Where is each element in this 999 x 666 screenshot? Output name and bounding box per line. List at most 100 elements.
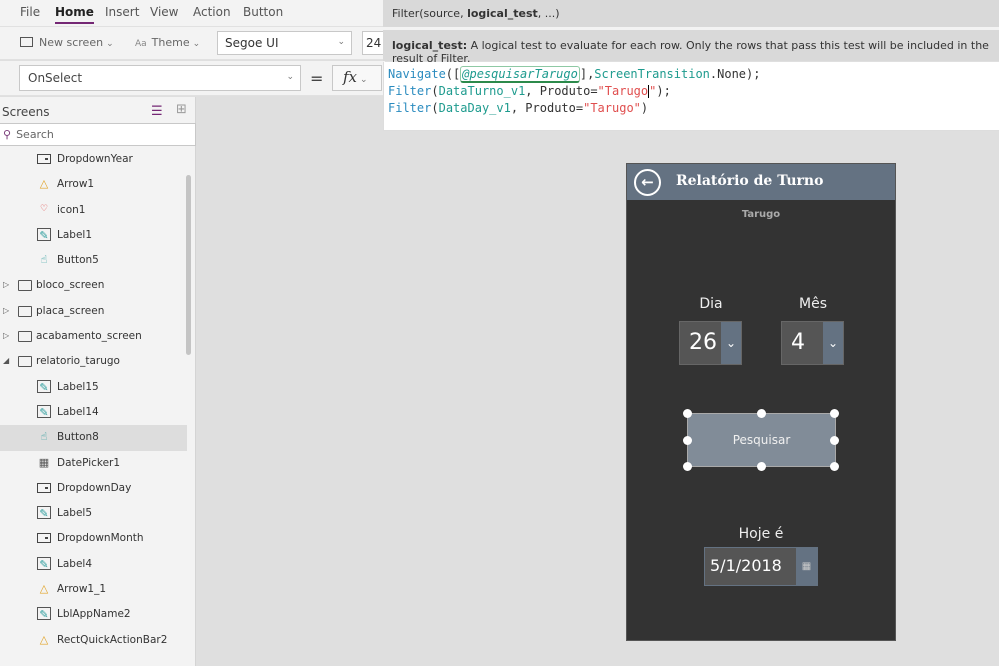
resize-handle[interactable] [757,409,766,418]
signature-param: logical_test [467,7,538,20]
resize-handle[interactable] [830,436,839,445]
tree-item-label: relatorio_tarugo [36,355,120,368]
font-family-select[interactable]: Segoe UI ⌄ [217,31,352,55]
date-picker[interactable]: 5/1/2018 ▦ [704,547,818,586]
tree-item[interactable]: ▷ placa_screen [0,299,187,324]
code-string: "Tarugo" [583,101,641,115]
resize-handle[interactable] [757,462,766,471]
tree-item-label: Label15 [57,380,99,393]
collapsed-triangle-icon[interactable]: ▷ [3,331,9,340]
tree-item-label: Button8 [57,431,99,444]
tree-item-label: Arrow1_1 [57,583,107,596]
code-function: Filter [388,101,432,115]
day-value: 26 [689,330,717,355]
today-label: Hoje é [738,526,784,542]
search-icon: ⚲ [3,128,12,141]
icons-icon: ♡ [39,203,49,214]
pesquisar-button[interactable]: Pesquisar [687,413,836,467]
formula-editor[interactable]: Navigate([@pesquisarTarugo],ScreenTransi… [383,62,999,131]
menu-file[interactable]: File [20,5,40,19]
resize-handle[interactable] [830,462,839,471]
tree-item[interactable]: △ RectQuickActionBar2 [0,628,187,653]
tree-item[interactable]: ◢ relatorio_tarugo [0,349,187,374]
tree-item-label: Label4 [57,557,93,570]
expanded-triangle-icon[interactable]: ◢ [3,356,9,365]
month-dropdown[interactable]: 4 ⌄ [781,321,844,365]
code-punct: .None); [709,67,761,81]
menu-view[interactable]: View [150,5,178,19]
code-punct: ( [431,101,439,115]
tree-item-label: icon1 [57,203,86,216]
chevron-down-icon: ⌄ [286,72,294,82]
tree-item[interactable]: ▷ bloco_screen [0,273,187,298]
tree-item[interactable]: △ Arrow1_1 [0,577,187,602]
new-screen-label: New screen [39,36,104,49]
shapes-icon: △ [39,582,49,596]
collapsed-triangle-icon[interactable]: ▷ [3,306,9,315]
scrollbar[interactable] [186,175,191,355]
tree-item[interactable]: ☝ Button5 [0,248,187,273]
tree-item[interactable]: DropdownYear [0,147,187,172]
tree-item[interactable]: ✎ Label5 [0,501,187,526]
theme-button[interactable]: Aa Theme ⌄ [135,36,200,49]
search-placeholder: Search [16,128,54,141]
button-icon: ☝ [40,253,48,267]
signature-prefix: Filter(source, [392,7,468,20]
property-value: OnSelect [28,71,83,85]
tree-item[interactable]: △ Arrow1 [0,172,187,197]
new-screen-icon [20,37,33,47]
day-dropdown[interactable]: 26 ⌄ [679,321,742,365]
tree-item[interactable]: DropdownMonth [0,526,187,551]
tree-item[interactable]: ♡ icon1 [0,198,187,223]
search-input[interactable]: ⚲ Search [0,123,196,146]
theme-label: Theme [151,36,190,49]
param-name: logical_test: [392,39,468,52]
label-icon: ✎ [37,404,51,419]
resize-handle[interactable] [683,409,692,418]
code-control-ref: @pesquisarTarugo [460,66,580,83]
shapes-icon: △ [39,177,49,191]
tree-item[interactable]: DropdownDay [0,476,187,501]
equals-sign: = [310,69,324,88]
subtitle-label: Tarugo [741,209,781,220]
screen-icon [18,331,32,343]
menu-insert[interactable]: Insert [105,5,139,19]
menu-action[interactable]: Action [193,5,231,19]
tree-item-label: Label1 [57,228,93,241]
chevron-down-icon: ⌄ [360,75,368,85]
list-view-icon[interactable]: ☰ [151,104,163,119]
resize-handle[interactable] [830,409,839,418]
code-punct: , Produto= [525,84,598,98]
resize-handle[interactable] [683,462,692,471]
menu-button[interactable]: Button [243,5,283,19]
app-screen: ← Relatório de Turno Tarugo Dia 26 ⌄ Mês… [626,163,896,641]
tree-item[interactable]: ▷ acabamento_screen [0,324,187,349]
tree-item[interactable]: ▦ DatePicker1 [0,451,187,476]
back-arrow-icon[interactable]: ← [634,169,661,196]
tree-item[interactable]: ✎ Label1 [0,223,187,248]
tree-item-label: Label5 [57,507,93,520]
resize-handle[interactable] [683,436,692,445]
collapsed-triangle-icon[interactable]: ▷ [3,280,9,289]
fx-button[interactable]: fx ⌄ [332,65,382,91]
screen-icon [18,305,32,317]
tree-item[interactable]: ✎ Label15 [0,375,187,400]
tree-item[interactable]: ☝ Button8 [0,425,187,451]
datepicker-icon: ▦ [38,455,50,469]
shapes-icon: △ [39,632,49,646]
tree-item[interactable]: ✎ Label14 [0,400,187,425]
tree-item[interactable]: ✎ LblAppName2 [0,602,187,627]
code-identifier: DataTurno_v1 [438,84,526,98]
tree-item-label: bloco_screen [36,279,105,292]
menu-home[interactable]: Home [55,5,94,24]
function-signature-tooltip: Filter(source, logical_test, ...) [383,0,999,28]
chevron-down-icon[interactable]: ⌄ [721,322,741,364]
calendar-icon[interactable]: ▦ [796,548,817,585]
property-select[interactable]: OnSelect ⌄ [19,65,301,91]
code-identifier: ScreenTransition [594,67,710,81]
tree-item[interactable]: ✎ Label4 [0,552,187,577]
new-screen-button[interactable]: New screen ⌄ [20,36,114,49]
tree-item-label: DropdownYear [57,153,133,165]
chevron-down-icon[interactable]: ⌄ [823,322,843,364]
grid-view-icon[interactable]: ⊞ [176,102,187,117]
